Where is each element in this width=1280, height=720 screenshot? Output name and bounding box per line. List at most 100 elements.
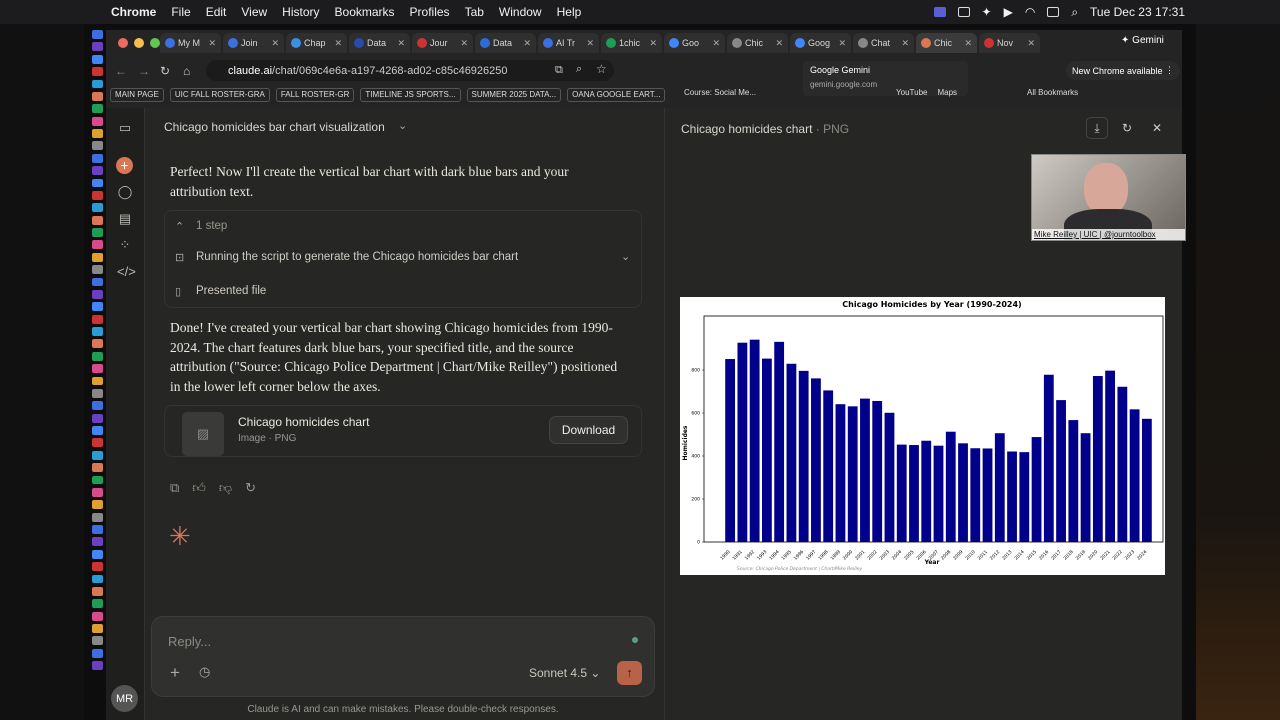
projects-icon[interactable]: ▤ [117, 211, 133, 226]
dock-app-icon[interactable] [91, 252, 103, 262]
dock-app-icon[interactable] [91, 116, 103, 126]
zoom-icon[interactable]: ⌕ [576, 63, 582, 76]
bookmark-item[interactable]: YouTube [896, 88, 927, 97]
browser-tab[interactable]: Data ✕ [349, 33, 410, 53]
tab-gemini[interactable]: ✦ Gemini [1121, 35, 1164, 46]
copy-icon[interactable]: ⧉ [170, 480, 179, 496]
send-arrow-icon[interactable]: ↑ [617, 661, 642, 685]
close-tab-icon[interactable]: ✕ [460, 38, 468, 49]
dock-app-icon[interactable] [91, 475, 103, 485]
browser-tab[interactable]: AI Tr ✕ [538, 33, 599, 53]
dock-app-icon[interactable] [91, 265, 103, 274]
close-tab-icon[interactable]: ✕ [334, 38, 342, 49]
address-bar[interactable]: claude.ai/chat/069c4e6a-a197-4268-ad02-c… [206, 60, 614, 81]
dock-app-icon[interactable] [91, 636, 103, 646]
attach-plus-icon[interactable]: + [170, 663, 180, 683]
dock-app-icon[interactable] [91, 30, 103, 39]
dock-app-icon[interactable] [91, 487, 103, 497]
dock-app-icon[interactable] [91, 228, 103, 237]
close-tab-icon[interactable]: ✕ [523, 38, 531, 49]
close-window-icon[interactable] [118, 38, 128, 48]
close-tab-icon[interactable]: ✕ [1027, 38, 1035, 49]
menu-history[interactable]: History [282, 5, 319, 19]
menu-bookmarks[interactable]: Bookmarks [335, 5, 395, 19]
thumbs-down-icon[interactable]: 👎︎ [219, 480, 232, 496]
dock-app-icon[interactable] [91, 215, 103, 225]
dock-app-icon[interactable] [91, 339, 103, 349]
dock-app-icon[interactable] [91, 190, 103, 200]
menu-file[interactable]: File [171, 5, 190, 19]
dock-app-icon[interactable] [91, 661, 103, 670]
close-tab-icon[interactable]: ✕ [649, 38, 657, 49]
reload-icon[interactable]: ↻ [160, 64, 170, 78]
dock-app-icon[interactable] [91, 166, 103, 175]
search-icon[interactable]: ⌕ [1071, 5, 1078, 20]
chat-title[interactable]: Chicago homicides bar chart visualizatio… [164, 120, 385, 134]
bookmark-item[interactable]: All Bookmarks [1027, 88, 1078, 97]
dock-app-icon[interactable] [91, 54, 103, 64]
menu-help[interactable]: Help [557, 5, 582, 19]
dock-app-icon[interactable] [91, 388, 103, 398]
update-chrome-button[interactable]: New Chrome available ⋮ [1066, 61, 1181, 80]
bookmark-item[interactable]: UIC FALL ROSTER-GRA [169, 88, 270, 102]
close-icon[interactable]: ✕ [1146, 117, 1168, 139]
dock-app-icon[interactable] [91, 351, 103, 361]
dock-app-icon[interactable] [91, 463, 103, 472]
forward-icon[interactable]: → [138, 64, 150, 78]
bookmark-item[interactable]: Maps [937, 88, 957, 97]
hd-icon[interactable] [957, 7, 970, 17]
dock-app-icon[interactable] [91, 277, 103, 287]
dock-app-icon[interactable] [91, 450, 103, 460]
wifi-icon[interactable]: ◠ [1025, 5, 1035, 19]
browser-tab[interactable]: Goo ✕ [664, 33, 725, 53]
dock-app-icon[interactable] [91, 648, 103, 658]
retry-icon[interactable]: ↻ [245, 480, 256, 496]
dock-app-icon[interactable] [91, 79, 103, 89]
browser-tab[interactable]: Chat ✕ [853, 33, 914, 53]
browser-tab[interactable]: Chic ✕ [916, 33, 977, 53]
close-tab-icon[interactable]: ✕ [271, 38, 279, 49]
dock-app-icon[interactable] [91, 549, 103, 559]
screen-share-icon[interactable] [933, 7, 946, 17]
bookmark-star-icon[interactable]: ☆ [596, 62, 607, 76]
menu-app[interactable]: Chrome [111, 5, 156, 19]
history-icon[interactable]: ◷ [199, 664, 210, 680]
bookmark-item[interactable]: SUMMER 2025 DATA... [466, 88, 562, 102]
close-tab-icon[interactable]: ✕ [208, 38, 216, 49]
dock-app-icon[interactable] [91, 129, 103, 138]
menu-tab[interactable]: Tab [465, 5, 484, 19]
thumbs-up-icon[interactable]: 👍︎ [192, 480, 206, 496]
browser-tab[interactable]: Chap ✕ [286, 33, 347, 53]
step-running[interactable]: Running the script to generate the Chica… [196, 251, 518, 263]
dock-app-icon[interactable] [91, 67, 103, 76]
dock-app-icon[interactable] [91, 314, 103, 324]
steps-label[interactable]: 1 step [196, 220, 227, 232]
refresh-icon[interactable]: ↻ [1116, 117, 1138, 139]
menu-edit[interactable]: Edit [206, 5, 227, 19]
download-button[interactable]: Download [549, 416, 628, 444]
chats-icon[interactable]: ◯ [117, 184, 133, 199]
bookmark-item[interactable]: MAIN PAGE [110, 88, 164, 102]
clock-text[interactable]: Tue Dec 23 17:31 [1090, 5, 1185, 19]
browser-tab[interactable]: Join ✕ [223, 33, 284, 53]
dock-app-icon[interactable] [91, 624, 103, 633]
browser-tab[interactable]: Chic ✕ [727, 33, 788, 53]
dock-app-icon[interactable] [91, 104, 103, 114]
artifacts-icon[interactable]: ⁘ [117, 237, 133, 252]
close-tab-icon[interactable]: ✕ [712, 38, 720, 49]
dock-app-icon[interactable] [91, 537, 103, 547]
dock-app-icon[interactable] [91, 302, 103, 312]
dock-app-icon[interactable] [91, 240, 103, 250]
dock-app-icon[interactable] [91, 203, 103, 213]
dock-app-icon[interactable] [91, 611, 103, 621]
dock-app-icon[interactable] [91, 586, 103, 596]
bookmark-item[interactable]: FALL ROSTER-GR [275, 88, 355, 102]
dock-app-icon[interactable] [91, 141, 103, 151]
dock-app-icon[interactable] [91, 413, 103, 423]
bookmark-item[interactable]: TIMELINE JS SPORTS... [360, 88, 461, 102]
dock-app-icon[interactable] [91, 574, 103, 584]
sparkle-icon[interactable]: ✦ [982, 5, 992, 19]
menu-window[interactable]: Window [499, 5, 542, 19]
dock-app-icon[interactable] [91, 599, 103, 609]
browser-tab[interactable]: Jour ✕ [412, 33, 473, 53]
